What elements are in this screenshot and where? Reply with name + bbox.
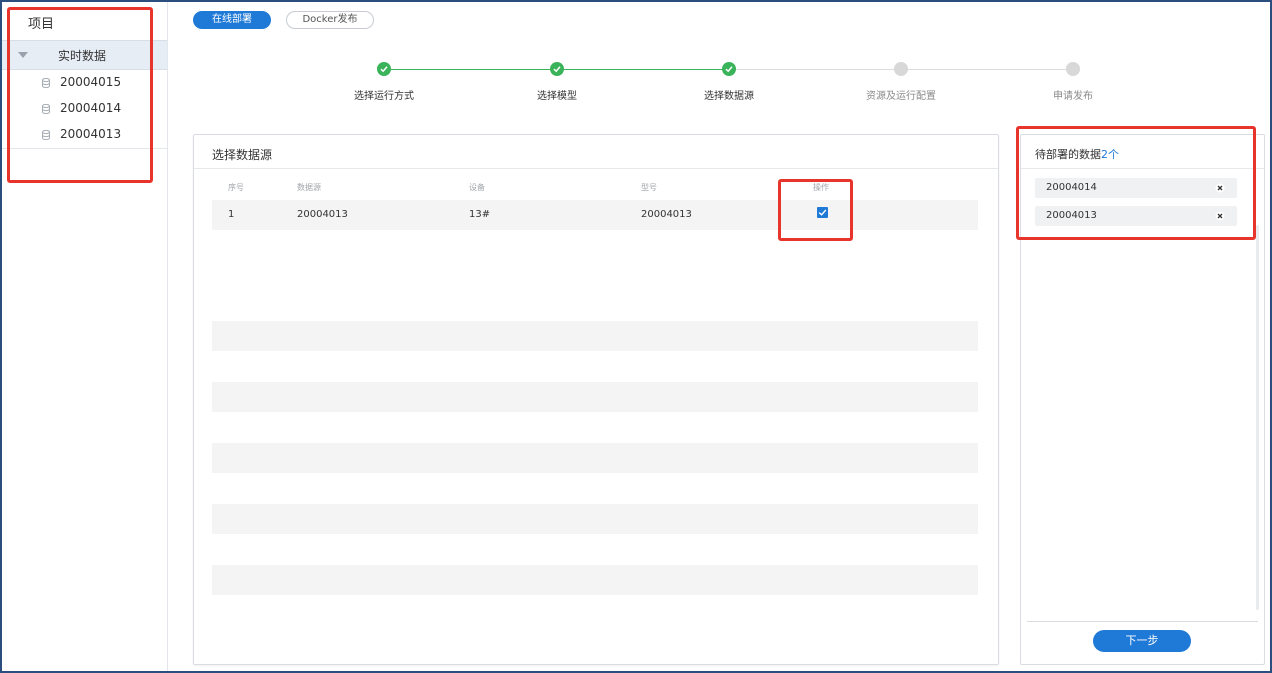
column-header: 型号 (641, 183, 657, 192)
column-header: 数据源 (297, 183, 321, 192)
panel-divider (194, 168, 998, 169)
sidebar-title: 项目 (28, 17, 55, 32)
database-icon (42, 130, 50, 140)
step-label: 资源及运行配置 (866, 91, 936, 102)
database-icon (42, 104, 50, 114)
table-row-empty (212, 382, 978, 412)
database-icon (42, 78, 50, 88)
sidebar-group-label: 实时数据 (58, 49, 107, 63)
step-connector (735, 69, 901, 70)
table-row-empty (212, 504, 978, 534)
tab-docker-publish[interactable]: Docker发布 (286, 11, 374, 29)
table-row-empty (212, 565, 978, 595)
column-header: 序号 (228, 183, 244, 192)
step-done-icon (722, 62, 736, 76)
sidebar-item-label: 20004015 (60, 75, 122, 89)
sidebar-item-20004015[interactable]: 20004015 (2, 70, 167, 96)
remove-icon[interactable] (1215, 211, 1225, 221)
column-header: 操作 (813, 183, 829, 192)
pending-title-text: 待部署的数据 (1035, 148, 1101, 161)
step-done-icon (550, 62, 564, 76)
step-pending-dot (894, 62, 908, 76)
panel-footer-divider (1027, 621, 1258, 622)
pending-deploy-panel: 待部署的数据2个 20004014 20004013 下一步 (1020, 134, 1265, 665)
table-row-empty (212, 321, 978, 351)
step-label: 选择模型 (537, 91, 577, 102)
step-pending-dot (1066, 62, 1080, 76)
datasource-panel: 选择数据源 序号 数据源 设备 型号 操作 1 20004013 13# 200… (193, 134, 999, 665)
step-connector (389, 69, 557, 70)
panel-title: 选择数据源 (212, 148, 273, 162)
sidebar-item-label: 20004013 (60, 127, 122, 141)
step-label: 选择运行方式 (354, 91, 414, 102)
step-connector (562, 69, 730, 70)
pending-item-label: 20004014 (1046, 182, 1097, 193)
panel-divider (1021, 168, 1264, 169)
row-select-checkbox[interactable] (817, 207, 828, 218)
sidebar-group-realtime[interactable]: 实时数据 (2, 40, 167, 70)
remove-icon[interactable] (1215, 183, 1225, 193)
next-step-button[interactable]: 下一步 (1093, 630, 1191, 652)
row-device: 13# (469, 209, 491, 220)
row-index: 1 (228, 209, 235, 220)
step-label: 申请发布 (1053, 91, 1093, 102)
step-label: 选择数据源 (704, 91, 754, 102)
step-connector (906, 69, 1073, 70)
row-source: 20004013 (297, 209, 348, 220)
step-done-icon (377, 62, 391, 76)
pending-item: 20004014 (1035, 178, 1237, 198)
tab-online-deploy[interactable]: 在线部署 (193, 11, 271, 29)
pending-panel-title: 待部署的数据2个 (1035, 146, 1119, 162)
sidebar-divider (2, 148, 167, 149)
sidebar-item-label: 20004014 (60, 101, 122, 115)
sidebar-item-20004014[interactable]: 20004014 (2, 96, 167, 122)
pending-item: 20004013 (1035, 206, 1237, 226)
row-model: 20004013 (641, 209, 692, 220)
scrollbar[interactable] (1256, 225, 1259, 610)
pending-item-label: 20004013 (1046, 210, 1097, 221)
caret-down-icon[interactable] (18, 52, 28, 58)
project-sidebar: 项目 实时数据 20004015 20004014 20004013 (2, 2, 168, 671)
table-row-empty (212, 443, 978, 473)
pending-count: 2个 (1101, 148, 1119, 161)
column-header: 设备 (469, 183, 485, 192)
sidebar-item-20004013[interactable]: 20004013 (2, 122, 167, 148)
